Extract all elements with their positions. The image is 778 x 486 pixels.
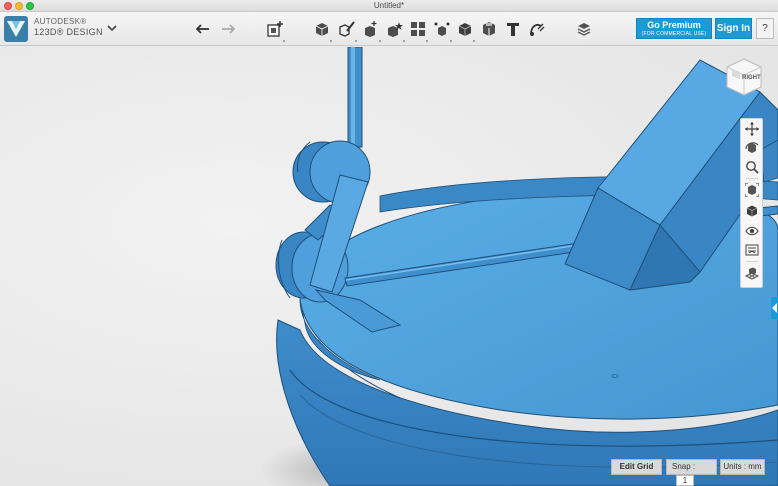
app-menu-chevron-down-icon[interactable] bbox=[105, 21, 119, 35]
brand-company: AUTODESK® bbox=[34, 17, 87, 26]
go-premium-label: Go Premium bbox=[647, 20, 701, 30]
sign-in-button[interactable]: Sign In bbox=[715, 18, 752, 39]
text-icon[interactable] bbox=[504, 20, 522, 38]
help-button[interactable]: ? bbox=[756, 18, 774, 39]
view-cube-face-label: RIGHT bbox=[742, 75, 761, 81]
navigation-bar bbox=[740, 118, 763, 288]
window-title: Untitled* bbox=[373, 1, 405, 10]
app-logo-icon[interactable] bbox=[4, 16, 28, 42]
snap-value[interactable]: 1 bbox=[676, 475, 694, 486]
materials-icon[interactable] bbox=[575, 20, 593, 38]
side-panel-arrow-icon bbox=[772, 303, 777, 313]
3d-viewport[interactable] bbox=[0, 47, 778, 486]
orbit-icon[interactable] bbox=[744, 140, 760, 156]
pattern-icon[interactable] bbox=[409, 20, 428, 42]
perspective-icon[interactable] bbox=[744, 203, 760, 219]
main-toolbar: AUTODESK® 123D® DESIGN Go Premium (FOR C… bbox=[0, 12, 778, 46]
construct-icon[interactable] bbox=[362, 20, 381, 42]
sketch-icon[interactable] bbox=[338, 20, 357, 42]
snap-icon[interactable] bbox=[527, 20, 545, 38]
pan-icon[interactable] bbox=[744, 121, 760, 137]
title-bar: Untitled* bbox=[0, 0, 778, 12]
snap-label: Snap : bbox=[672, 462, 696, 471]
visibility-icon[interactable] bbox=[744, 223, 760, 239]
go-premium-sublabel: (FOR COMMERCIAL USE) bbox=[641, 31, 707, 37]
primitives-icon[interactable] bbox=[313, 20, 332, 42]
undo-icon[interactable] bbox=[195, 20, 213, 38]
zoom-icon[interactable] bbox=[744, 159, 760, 175]
redo-icon[interactable] bbox=[218, 20, 236, 38]
brand-product: 123D® DESIGN bbox=[34, 27, 103, 37]
materials-outlines-icon[interactable] bbox=[744, 242, 760, 258]
grid-icon[interactable] bbox=[744, 266, 760, 282]
units-selector[interactable]: Units : mm bbox=[720, 459, 765, 475]
model-scene[interactable] bbox=[0, 47, 778, 486]
snap-control[interactable]: Snap : 1 bbox=[666, 459, 717, 486]
combine-icon[interactable] bbox=[456, 20, 475, 42]
modify-icon[interactable] bbox=[386, 20, 405, 42]
fit-icon[interactable] bbox=[744, 182, 760, 198]
import-icon[interactable] bbox=[266, 20, 285, 42]
measure-icon[interactable] bbox=[480, 20, 498, 38]
edit-grid-button[interactable]: Edit Grid bbox=[611, 459, 662, 475]
go-premium-button[interactable]: Go Premium (FOR COMMERCIAL USE) bbox=[636, 18, 712, 39]
group-icon[interactable] bbox=[433, 20, 452, 42]
